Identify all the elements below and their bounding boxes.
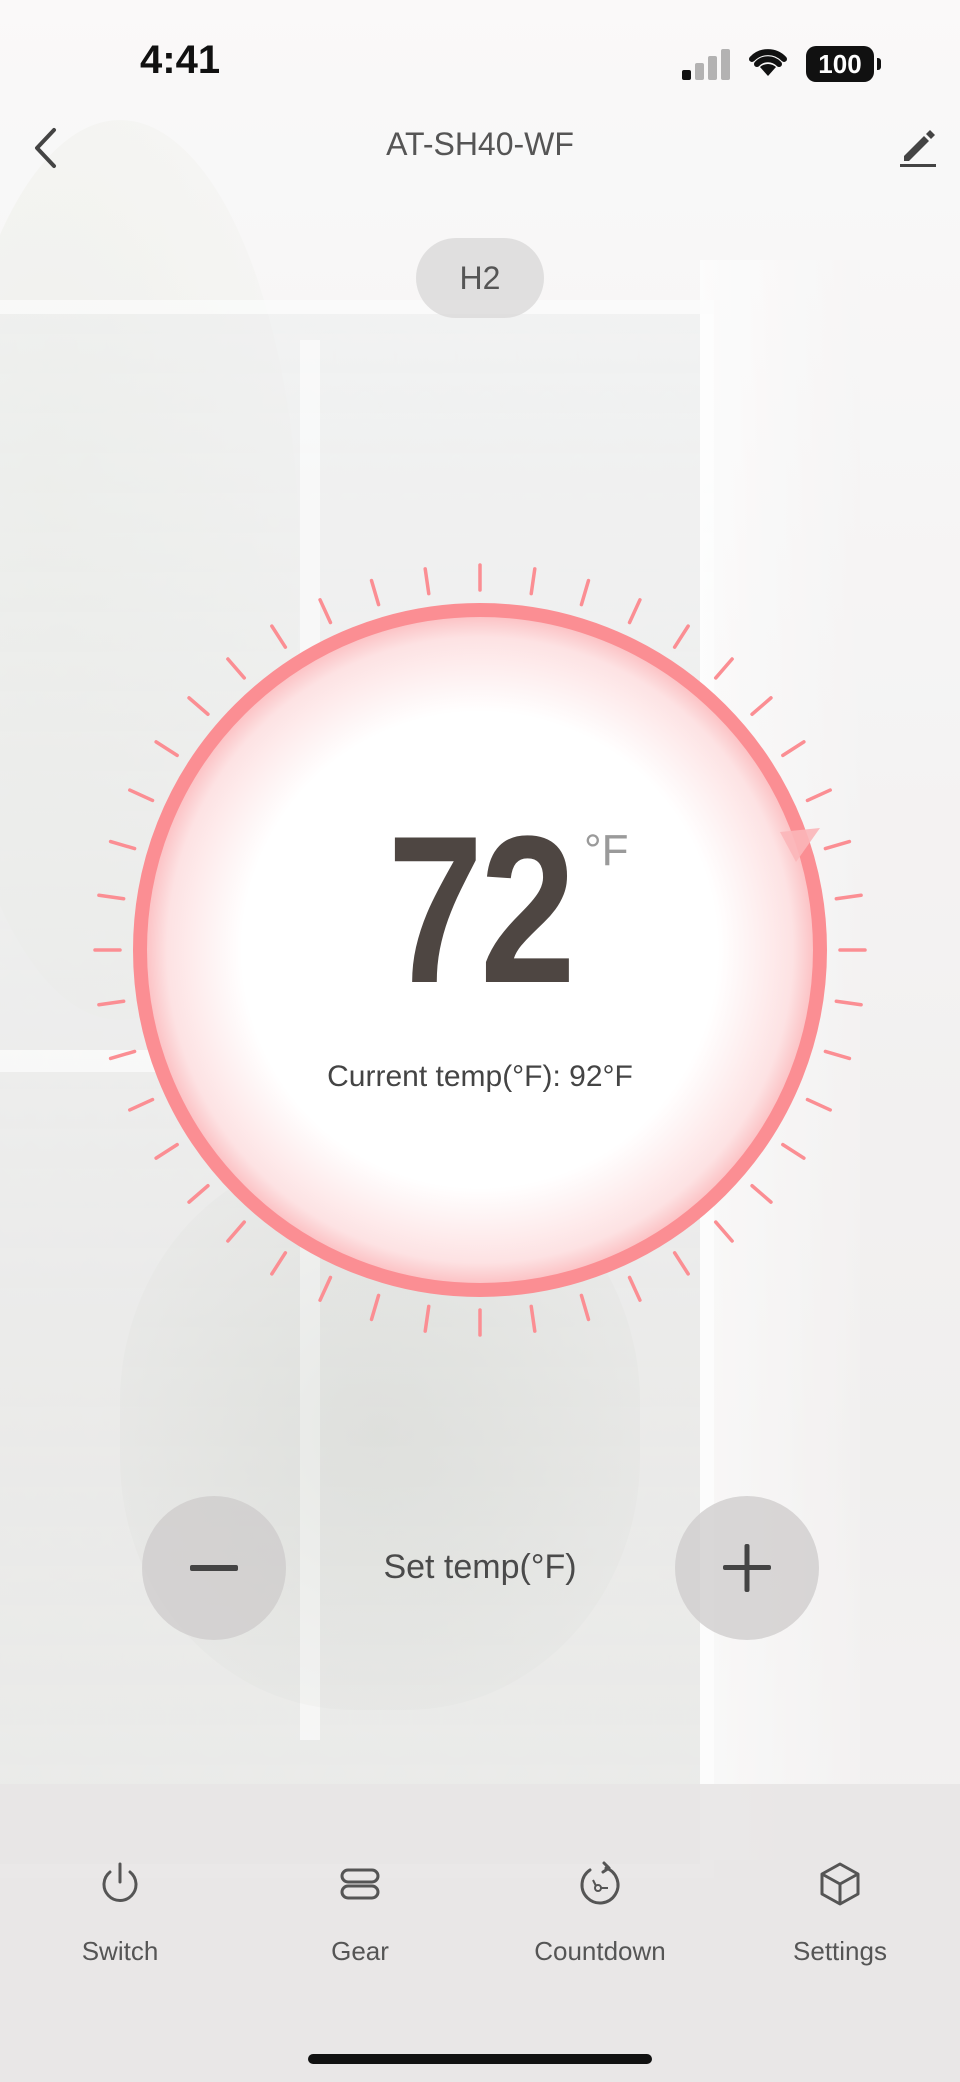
dial-tick — [529, 1304, 537, 1333]
dial-tick — [781, 1142, 806, 1160]
dial-tick — [627, 1275, 642, 1302]
dial-tick — [128, 1097, 155, 1112]
nav-label: Countdown — [534, 1936, 666, 1966]
dial-tick — [750, 696, 773, 717]
set-temperature-value: 72 — [387, 792, 576, 1027]
dial-tick — [270, 1251, 288, 1276]
dial-tick — [128, 788, 155, 803]
dial-tick — [423, 1304, 431, 1333]
dial-tick — [154, 740, 179, 758]
dial-tick — [226, 1220, 247, 1243]
nav-gear[interactable]: Gear — [250, 1856, 470, 1967]
dial-tick — [672, 624, 690, 649]
nav-label: Switch — [81, 1936, 159, 1966]
dial-tick — [823, 1049, 852, 1061]
dial-tick — [579, 1293, 591, 1322]
edit-pencil-icon[interactable] — [896, 124, 940, 168]
dial-tick — [226, 657, 247, 680]
dial-tick — [423, 567, 431, 596]
dial-tick — [369, 578, 381, 607]
dial-tick — [318, 1275, 333, 1302]
page-title: AT-SH40-WF — [386, 126, 574, 162]
dial-tick — [318, 598, 333, 625]
cellular-signal-icon — [682, 48, 732, 80]
dial-tick — [672, 1251, 690, 1276]
dial-tick — [187, 696, 210, 717]
dial-tick — [750, 1183, 773, 1204]
nav-switch[interactable]: Switch — [10, 1856, 230, 1967]
power-icon — [102, 1862, 138, 1902]
nav-countdown[interactable]: Countdown — [490, 1856, 710, 1967]
plus-icon — [723, 1544, 771, 1592]
status-bar: 4:41 100 — [0, 0, 960, 120]
dial-tick — [781, 740, 806, 758]
nav-settings[interactable]: Settings — [730, 1856, 950, 1967]
wifi-icon — [749, 49, 787, 76]
status-time: 4:41 — [140, 38, 221, 82]
dial-tick — [270, 624, 288, 649]
gear-level-chip[interactable]: H2 — [416, 238, 544, 318]
dial-tick — [369, 1293, 381, 1322]
increase-temp-button[interactable] — [675, 1496, 819, 1640]
cube-icon — [820, 1862, 860, 1906]
dial-tick — [529, 567, 537, 596]
battery-icon: 100 — [806, 46, 881, 82]
current-temperature: Current temp(°F): 92°F — [327, 1060, 633, 1093]
dial-tick — [805, 788, 832, 803]
countdown-icon — [580, 1861, 620, 1905]
dial-tick — [713, 657, 734, 680]
gear-levels-icon — [340, 1868, 380, 1900]
nav-label: Settings — [793, 1936, 887, 1966]
dial-tick — [154, 1142, 179, 1160]
temperature-unit: °F — [584, 826, 629, 875]
nav-label: Gear — [331, 1936, 389, 1966]
dial-tick — [713, 1220, 734, 1243]
dial-tick — [187, 1183, 210, 1204]
dial-tick — [108, 1049, 137, 1061]
dial-tick — [579, 578, 591, 607]
dial-tick — [627, 598, 642, 625]
home-indicator — [308, 2054, 652, 2064]
dial-tick — [805, 1097, 832, 1112]
